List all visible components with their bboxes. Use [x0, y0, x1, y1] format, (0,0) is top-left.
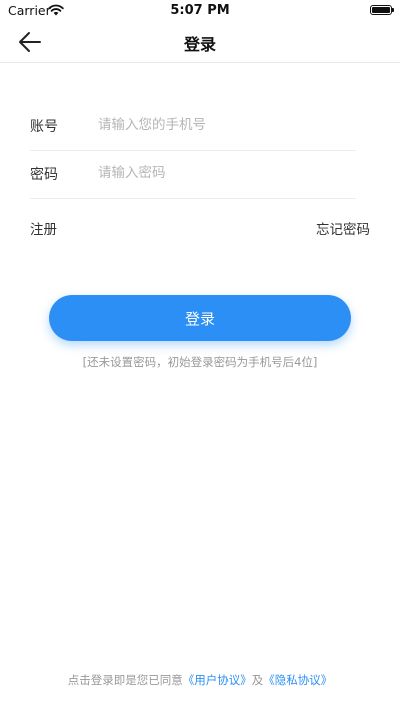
page-title: 登录	[183, 35, 216, 54]
login-button[interactable]: 登录	[49, 295, 351, 341]
account-input[interactable]	[98, 112, 348, 138]
password-hint: [还未设置密码，初始登录密码为手机号后4位]	[82, 355, 318, 369]
account-field-row: 账号	[30, 102, 356, 151]
status-time: 5:07 PM	[170, 3, 230, 18]
agreement-text: 点击登录即是您已同意《用户协议》及《隐私协议》	[0, 672, 400, 688]
password-field-row: 密码	[30, 150, 356, 199]
password-label: 密码	[30, 167, 58, 183]
agreement-joiner: 及	[251, 673, 264, 687]
user-agreement-link[interactable]: 《用户协议》	[183, 673, 252, 687]
navigation-bar: 登录	[0, 22, 400, 63]
privacy-policy-link[interactable]: 《隐私协议》	[263, 673, 332, 687]
agreement-prefix: 点击登录即是您已同意	[67, 673, 183, 687]
register-link[interactable]: 注册	[30, 218, 57, 238]
forgot-password-link[interactable]: 忘记密码	[316, 218, 370, 238]
arrow-left-icon[interactable]	[14, 28, 46, 56]
password-input[interactable]	[98, 160, 348, 186]
status-bar: Carrier 5:07 PM	[0, 0, 400, 22]
account-label: 账号	[30, 119, 58, 135]
battery-icon	[370, 5, 394, 15]
